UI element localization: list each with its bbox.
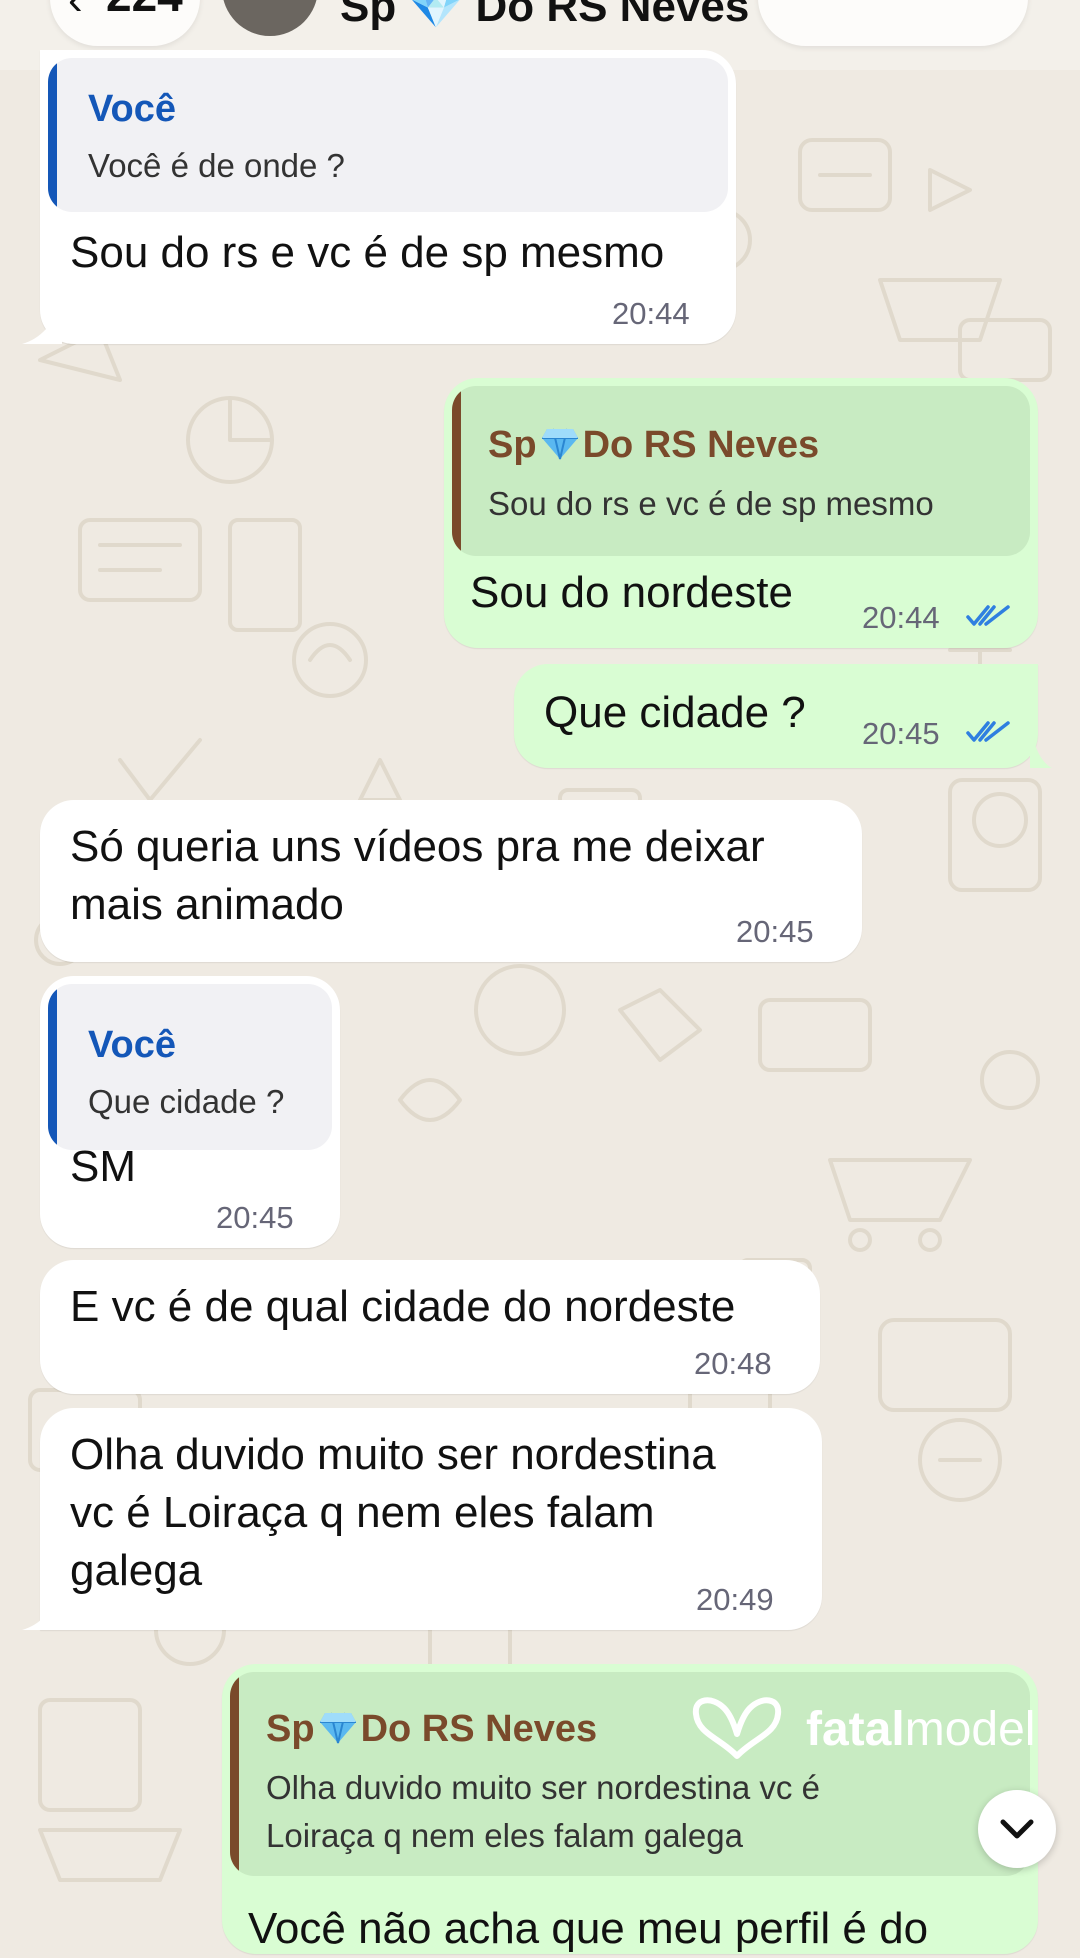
quote-bar bbox=[48, 984, 57, 1150]
quote-bar bbox=[452, 386, 461, 556]
contact-name[interactable]: Sp 💎 Do RS Neves bbox=[340, 0, 749, 32]
bubble-tail bbox=[1030, 724, 1052, 768]
message-time: 20:45 bbox=[862, 716, 940, 751]
quote-text: Você é de onde ? bbox=[88, 147, 345, 184]
read-receipt-icon bbox=[966, 721, 1010, 742]
message-bubble-incoming[interactable]: Só queria uns vídeos pra me deixar mais … bbox=[40, 800, 862, 962]
quote-author: Você bbox=[88, 88, 177, 130]
message-text-line: Só queria uns vídeos pra me deixar bbox=[70, 822, 765, 871]
message-time: 20:44 bbox=[862, 600, 940, 635]
diamond-emoji-icon bbox=[541, 428, 578, 460]
message-bubble-incoming[interactable]: E vc é de qual cidade do nordeste 20:48 bbox=[40, 1260, 820, 1394]
quote-text-line: Olha duvido muito ser nordestina vc é bbox=[266, 1769, 820, 1806]
message-text: SM bbox=[70, 1142, 136, 1191]
message-time: 20:48 bbox=[694, 1346, 772, 1381]
message-text: Sou do rs e vc é de sp mesmo bbox=[70, 228, 665, 277]
scroll-to-bottom-button[interactable] bbox=[978, 1790, 1056, 1868]
message-time: 20:49 bbox=[696, 1582, 774, 1617]
bubble-tail bbox=[22, 1586, 62, 1630]
message-bubble-incoming[interactable]: Olha duvido muito ser nordestina vc é Lo… bbox=[40, 1408, 822, 1630]
call-actions bbox=[758, 0, 1028, 46]
message-bubble-incoming[interactable]: Você Você é de onde ? Sou do rs e vc é d… bbox=[40, 50, 736, 344]
message-time: 20:44 bbox=[612, 296, 690, 331]
message-text-line: vc é Loiraça q nem eles falam bbox=[70, 1488, 655, 1537]
quote-text: Sou do rs e vc é de sp mesmo bbox=[488, 485, 934, 522]
message-bubble-outgoing[interactable]: Sp Do RS Neves Sou do rs e vc é de sp mes… bbox=[444, 378, 1038, 648]
bubble-tail bbox=[22, 300, 62, 344]
quote-author: Sp Do RS Neves bbox=[266, 1708, 598, 1750]
message-text: E vc é de qual cidade do nordeste bbox=[70, 1282, 736, 1331]
unread-count: 224 bbox=[106, 0, 183, 22]
avatar[interactable] bbox=[222, 0, 318, 36]
message-text-line: mais animado bbox=[70, 880, 344, 929]
message-text-line: Olha duvido muito ser nordestina bbox=[70, 1430, 716, 1479]
quote-text: Que cidade ? bbox=[88, 1083, 285, 1120]
quote-bar bbox=[48, 58, 57, 212]
quoted-message[interactable]: Você Você é de onde ? bbox=[48, 58, 728, 212]
message-time: 20:45 bbox=[216, 1200, 294, 1235]
quote-bar bbox=[230, 1672, 239, 1876]
back-button[interactable]: ‹ 224 bbox=[50, 0, 200, 46]
message-bubble-incoming[interactable]: Você Que cidade ? SM 20:45 bbox=[40, 976, 340, 1248]
message-bubble-outgoing[interactable]: Que cidade ? 20:45 bbox=[514, 664, 1038, 768]
message-text: Você não acha que meu perfil é do bbox=[248, 1904, 929, 1953]
quote-author: Você bbox=[88, 1024, 177, 1066]
diamond-emoji-icon bbox=[319, 1712, 356, 1744]
chevron-down-icon bbox=[1000, 1819, 1034, 1839]
quoted-message[interactable]: Você Que cidade ? bbox=[48, 984, 332, 1150]
read-receipt-icon bbox=[966, 605, 1010, 626]
message-text: Sou do nordeste bbox=[470, 568, 793, 617]
message-time: 20:45 bbox=[736, 914, 814, 949]
quote-author: Sp Do RS Neves bbox=[488, 424, 820, 466]
message-text: Que cidade ? bbox=[544, 688, 806, 737]
butterfly-logo-icon bbox=[692, 1697, 782, 1759]
watermark-text: fatalmodel bbox=[806, 1703, 1036, 1756]
quote-text-line: Loiraça q nem eles falam galega bbox=[266, 1817, 743, 1854]
message-text-line: galega bbox=[70, 1546, 203, 1595]
quoted-message[interactable]: Sp Do RS Neves Sou do rs e vc é de sp mes… bbox=[452, 386, 1030, 556]
